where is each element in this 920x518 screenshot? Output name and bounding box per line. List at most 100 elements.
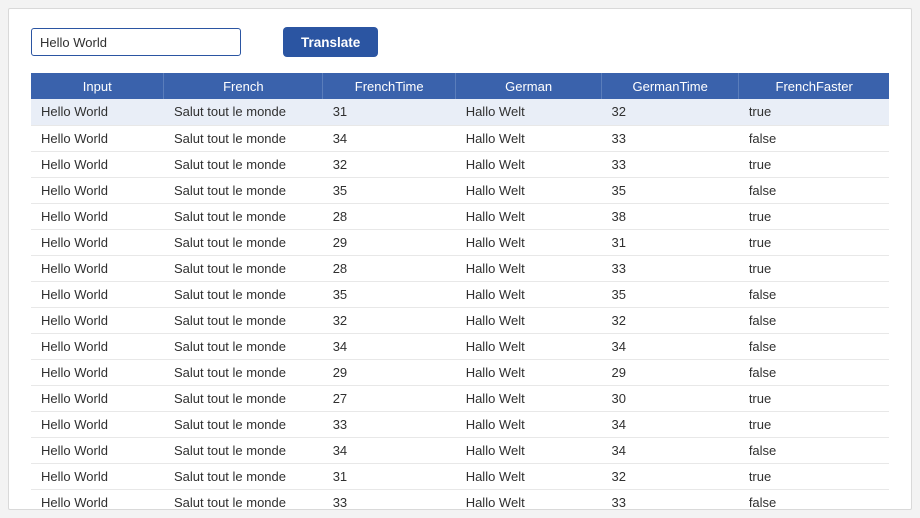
- table-cell: Hello World: [31, 385, 164, 411]
- table-row[interactable]: Hello WorldSalut tout le monde34Hallo We…: [31, 333, 889, 359]
- table-cell: Hallo Welt: [456, 99, 602, 125]
- table-cell: Salut tout le monde: [164, 307, 323, 333]
- table-cell: Hallo Welt: [456, 411, 602, 437]
- table-cell: 38: [602, 203, 739, 229]
- table-cell: true: [739, 255, 889, 281]
- table-cell: Hallo Welt: [456, 203, 602, 229]
- table-cell: Hallo Welt: [456, 385, 602, 411]
- table-row[interactable]: Hello WorldSalut tout le monde35Hallo We…: [31, 281, 889, 307]
- table-cell: 33: [602, 255, 739, 281]
- col-header-frenchfaster[interactable]: FrenchFaster: [739, 73, 889, 99]
- table-row[interactable]: Hello WorldSalut tout le monde33Hallo We…: [31, 411, 889, 437]
- table-cell: true: [739, 99, 889, 125]
- col-header-frenchtime[interactable]: FrenchTime: [323, 73, 456, 99]
- table-cell: Hallo Welt: [456, 489, 602, 510]
- table-cell: 34: [602, 333, 739, 359]
- app-frame: Translate Input French FrenchTime German…: [0, 0, 920, 518]
- table-cell: 29: [323, 229, 456, 255]
- table-cell: Salut tout le monde: [164, 151, 323, 177]
- table-cell: 32: [602, 307, 739, 333]
- table-row[interactable]: Hello WorldSalut tout le monde32Hallo We…: [31, 307, 889, 333]
- table-cell: Hello World: [31, 463, 164, 489]
- table-cell: 35: [323, 177, 456, 203]
- table-cell: false: [739, 437, 889, 463]
- table-row[interactable]: Hello WorldSalut tout le monde34Hallo We…: [31, 125, 889, 151]
- table-cell: Salut tout le monde: [164, 229, 323, 255]
- table-cell: Hallo Welt: [456, 333, 602, 359]
- table-cell: 33: [323, 489, 456, 510]
- table-cell: false: [739, 489, 889, 510]
- table-row[interactable]: Hello WorldSalut tout le monde31Hallo We…: [31, 463, 889, 489]
- table-cell: Hello World: [31, 255, 164, 281]
- table-cell: 35: [602, 177, 739, 203]
- table-row[interactable]: Hello WorldSalut tout le monde33Hallo We…: [31, 489, 889, 510]
- table-cell: 35: [602, 281, 739, 307]
- table-header-row: Input French FrenchTime German GermanTim…: [31, 73, 889, 99]
- table-cell: false: [739, 359, 889, 385]
- table-cell: Hello World: [31, 333, 164, 359]
- table-cell: 31: [323, 463, 456, 489]
- table-cell: 33: [602, 125, 739, 151]
- table-row[interactable]: Hello WorldSalut tout le monde31Hallo We…: [31, 99, 889, 125]
- col-header-french[interactable]: French: [164, 73, 323, 99]
- table-cell: Hallo Welt: [456, 151, 602, 177]
- table-cell: Salut tout le monde: [164, 437, 323, 463]
- table-cell: Hallo Welt: [456, 229, 602, 255]
- table-cell: true: [739, 385, 889, 411]
- table-cell: false: [739, 281, 889, 307]
- table-row[interactable]: Hello WorldSalut tout le monde35Hallo We…: [31, 177, 889, 203]
- table-cell: true: [739, 411, 889, 437]
- table-cell: 28: [323, 255, 456, 281]
- table-cell: Hello World: [31, 151, 164, 177]
- table-cell: Hello World: [31, 437, 164, 463]
- col-header-germantime[interactable]: GermanTime: [602, 73, 739, 99]
- table-row[interactable]: Hello WorldSalut tout le monde29Hallo We…: [31, 359, 889, 385]
- table-cell: 30: [602, 385, 739, 411]
- table-cell: Salut tout le monde: [164, 99, 323, 125]
- table-cell: Hello World: [31, 281, 164, 307]
- table-cell: 34: [323, 333, 456, 359]
- table-cell: Salut tout le monde: [164, 411, 323, 437]
- table-cell: 29: [602, 359, 739, 385]
- table-row[interactable]: Hello WorldSalut tout le monde27Hallo We…: [31, 385, 889, 411]
- table-cell: true: [739, 151, 889, 177]
- table-cell: Hallo Welt: [456, 307, 602, 333]
- translate-button[interactable]: Translate: [283, 27, 378, 57]
- table-cell: Hallo Welt: [456, 125, 602, 151]
- table-row[interactable]: Hello WorldSalut tout le monde29Hallo We…: [31, 229, 889, 255]
- table-cell: Salut tout le monde: [164, 177, 323, 203]
- control-row: Translate: [31, 27, 889, 57]
- table-cell: Salut tout le monde: [164, 333, 323, 359]
- table-cell: Hello World: [31, 203, 164, 229]
- table-cell: Salut tout le monde: [164, 489, 323, 510]
- table-cell: Hello World: [31, 359, 164, 385]
- table-cell: 34: [323, 125, 456, 151]
- table-cell: false: [739, 307, 889, 333]
- table-cell: true: [739, 229, 889, 255]
- table-cell: Hallo Welt: [456, 177, 602, 203]
- col-header-german[interactable]: German: [456, 73, 602, 99]
- source-text-input[interactable]: [31, 28, 241, 56]
- table-cell: Hello World: [31, 229, 164, 255]
- table-row[interactable]: Hello WorldSalut tout le monde28Hallo We…: [31, 255, 889, 281]
- table-cell: Salut tout le monde: [164, 255, 323, 281]
- table-cell: Salut tout le monde: [164, 463, 323, 489]
- table-cell: Hello World: [31, 411, 164, 437]
- table-cell: Salut tout le monde: [164, 203, 323, 229]
- table-row[interactable]: Hello WorldSalut tout le monde28Hallo We…: [31, 203, 889, 229]
- table-cell: 31: [602, 229, 739, 255]
- table-cell: 28: [323, 203, 456, 229]
- col-header-input[interactable]: Input: [31, 73, 164, 99]
- table-cell: Hello World: [31, 99, 164, 125]
- table-cell: 29: [323, 359, 456, 385]
- table-cell: Hallo Welt: [456, 359, 602, 385]
- table-cell: Hello World: [31, 125, 164, 151]
- table-cell: Hello World: [31, 489, 164, 510]
- results-table: Input French FrenchTime German GermanTim…: [31, 73, 889, 510]
- table-row[interactable]: Hello WorldSalut tout le monde34Hallo We…: [31, 437, 889, 463]
- table-cell: Salut tout le monde: [164, 385, 323, 411]
- main-panel: Translate Input French FrenchTime German…: [8, 8, 912, 510]
- table-cell: 33: [602, 489, 739, 510]
- table-cell: 34: [602, 437, 739, 463]
- table-row[interactable]: Hello WorldSalut tout le monde32Hallo We…: [31, 151, 889, 177]
